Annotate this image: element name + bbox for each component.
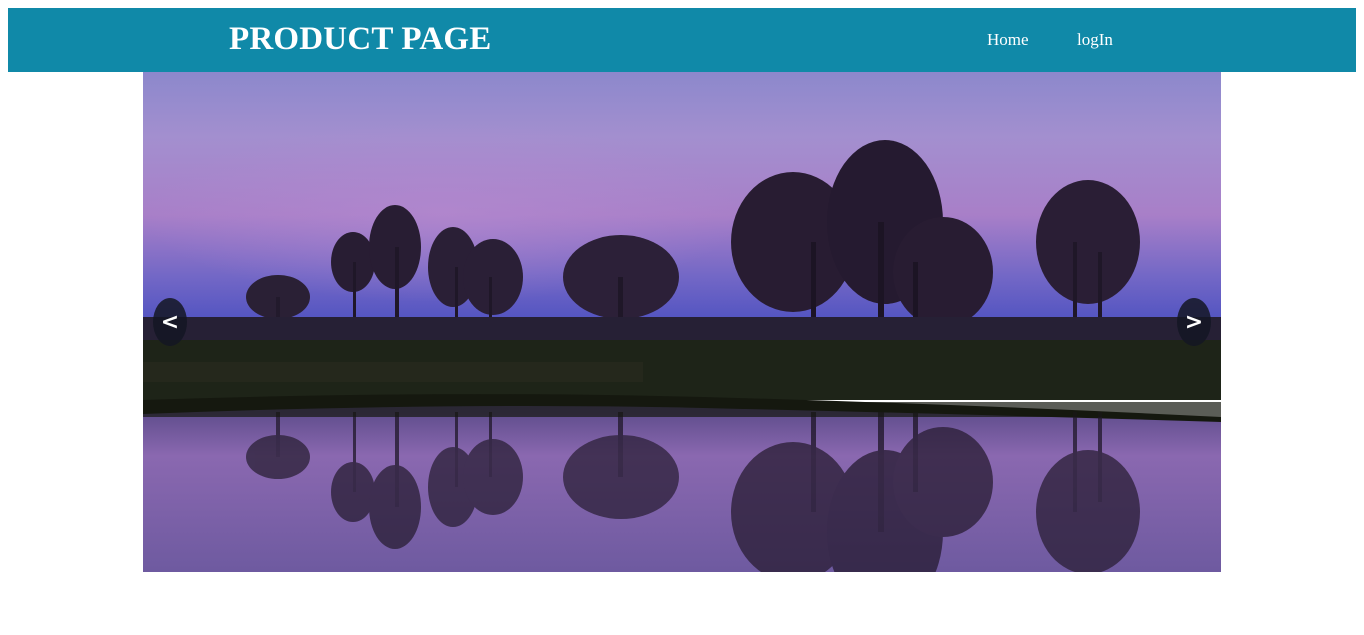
navbar: PRODUCT PAGE Home logIn xyxy=(8,8,1356,72)
carousel-next-button[interactable]: > xyxy=(1177,298,1211,346)
carousel-prev-button[interactable]: < xyxy=(153,298,187,346)
slide-image xyxy=(143,72,1221,572)
nav-link-login[interactable]: logIn xyxy=(1077,30,1113,50)
nav-link-home[interactable]: Home xyxy=(987,30,1029,50)
image-carousel: < > xyxy=(143,72,1221,572)
page-title: PRODUCT PAGE xyxy=(229,21,492,57)
